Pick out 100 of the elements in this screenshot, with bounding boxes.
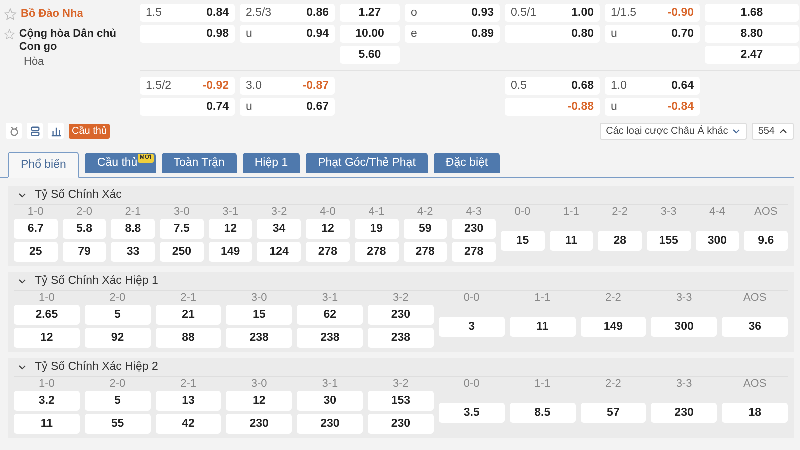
- odds-cell[interactable]: 238: [297, 328, 364, 348]
- odds-cell[interactable]: 34: [257, 219, 302, 239]
- odds-cell[interactable]: e 0.89: [405, 25, 500, 43]
- odds-cell[interactable]: 230: [452, 219, 496, 239]
- odds-cell[interactable]: 6.7: [14, 219, 58, 239]
- odds-cell[interactable]: 55: [84, 414, 151, 434]
- odds-cell[interactable]: 11: [550, 230, 594, 250]
- odds-cell[interactable]: 5: [84, 305, 151, 325]
- odds-cell[interactable]: o 0.93: [405, 4, 500, 22]
- bar-chart-icon[interactable]: [48, 123, 64, 139]
- odds-cell[interactable]: 5.60: [340, 46, 400, 64]
- odds-cell[interactable]: 0.74: [140, 98, 235, 116]
- odds-cell[interactable]: 36: [722, 316, 788, 336]
- tab[interactable]: Hiệp 1: [242, 153, 300, 173]
- chevron-icon[interactable]: [18, 190, 27, 200]
- odds-cell[interactable]: 2.65: [14, 305, 80, 325]
- tab[interactable]: Phổ biến: [8, 152, 80, 178]
- odds-cell[interactable]: 11: [510, 316, 576, 336]
- odds-cell[interactable]: 155: [646, 230, 691, 250]
- odds-cell[interactable]: 0.80: [505, 25, 600, 43]
- odds-cell[interactable]: u 0.67: [240, 98, 335, 116]
- odds-cell[interactable]: 278: [452, 242, 496, 262]
- odds-cell[interactable]: 62: [297, 305, 364, 325]
- odds-cell[interactable]: 19: [354, 219, 398, 239]
- count-button[interactable]: 554: [752, 122, 794, 140]
- odds-cell[interactable]: 1.0 0.64: [605, 77, 700, 95]
- odds-cell[interactable]: 230: [651, 402, 718, 422]
- odds-cell[interactable]: 1.27: [340, 4, 400, 22]
- odds-cell[interactable]: 12: [208, 219, 252, 239]
- tab[interactable]: Toàn Trận: [162, 153, 237, 173]
- odds-cell[interactable]: 30: [297, 391, 364, 411]
- odds-cell[interactable]: 8.5: [510, 402, 576, 422]
- odds-cell[interactable]: 0.5 0.68: [505, 77, 600, 95]
- odds-cell[interactable]: 15: [226, 305, 292, 325]
- odds-cell[interactable]: 278: [354, 242, 398, 262]
- odds-cell[interactable]: 149: [208, 242, 252, 262]
- odds-cell[interactable]: u -0.84: [605, 98, 700, 116]
- odds-cell[interactable]: 1.5 0.84: [140, 4, 235, 22]
- odds-cell[interactable]: 92: [84, 328, 151, 348]
- odds-cell[interactable]: 5.8: [62, 219, 106, 239]
- odds-cell[interactable]: 18: [722, 402, 788, 422]
- odds-cell[interactable]: 149: [580, 316, 646, 336]
- odds-cell[interactable]: 230: [226, 414, 292, 434]
- odds-cell[interactable]: 9.6: [744, 230, 788, 250]
- odds-cell[interactable]: u 0.94: [240, 25, 335, 43]
- odds-cell[interactable]: 8.80: [705, 25, 799, 43]
- odds-cell[interactable]: 13: [156, 391, 222, 411]
- odds-cell[interactable]: 88: [156, 328, 222, 348]
- odds-cell[interactable]: 230: [297, 414, 364, 434]
- odds-cell[interactable]: 1.5/2 -0.92: [140, 77, 235, 95]
- odds-cell[interactable]: 238: [368, 328, 434, 348]
- odds-cell[interactable]: u 0.70: [605, 25, 700, 43]
- odds-cell[interactable]: 8.8: [111, 219, 156, 239]
- star-icon[interactable]: [4, 28, 16, 41]
- odds-cell[interactable]: 25: [14, 242, 58, 262]
- odds-cell[interactable]: 230: [368, 414, 434, 434]
- odds-cell[interactable]: 278: [306, 242, 350, 262]
- odds-cell[interactable]: 250: [160, 242, 204, 262]
- odds-cell[interactable]: 12: [14, 328, 80, 348]
- star-icon[interactable]: [4, 8, 17, 21]
- tab[interactable]: Phạt Góc/Thẻ Phạt: [306, 153, 428, 173]
- odds-cell[interactable]: 124: [257, 242, 302, 262]
- odds-cell[interactable]: 153: [368, 391, 434, 411]
- odds-cell[interactable]: 230: [368, 305, 434, 325]
- odds-cell[interactable]: 11: [14, 414, 80, 434]
- odds-cell[interactable]: 300: [696, 230, 740, 250]
- chevron-icon[interactable]: [18, 362, 27, 372]
- odds-cell[interactable]: 42: [156, 414, 222, 434]
- odds-cell[interactable]: 3.2: [14, 391, 80, 411]
- odds-cell[interactable]: 1/1.5 -0.90: [605, 4, 700, 22]
- odds-cell[interactable]: 59: [404, 219, 448, 239]
- odds-cell[interactable]: 3.5: [438, 402, 505, 422]
- odds-cell[interactable]: 5: [84, 391, 151, 411]
- odds-cell[interactable]: 3: [438, 316, 505, 336]
- list-icon[interactable]: [27, 123, 43, 139]
- chevron-icon[interactable]: [18, 276, 27, 286]
- odds-cell[interactable]: 21: [156, 305, 222, 325]
- odds-cell[interactable]: 12: [306, 219, 350, 239]
- odds-cell[interactable]: 238: [226, 328, 292, 348]
- odds-cell[interactable]: 0.98: [140, 25, 235, 43]
- odds-cell[interactable]: 1.68: [705, 4, 799, 22]
- odds-cell[interactable]: 12: [226, 391, 292, 411]
- odds-cell[interactable]: 79: [62, 242, 106, 262]
- tab[interactable]: Đặc biệt: [434, 153, 500, 173]
- odds-cell[interactable]: -0.88: [505, 98, 600, 116]
- odds-cell[interactable]: 300: [651, 316, 718, 336]
- player-button[interactable]: Cầu thủ: [69, 124, 110, 138]
- odds-cell[interactable]: 3.0 -0.87: [240, 77, 335, 95]
- odds-cell[interactable]: 15: [500, 230, 545, 250]
- market-dropdown[interactable]: Các loại cược Châu Á khác: [600, 122, 748, 140]
- odds-cell[interactable]: 0.5/1 1.00: [505, 4, 600, 22]
- odds-cell[interactable]: 278: [404, 242, 448, 262]
- score-header: 0-0: [514, 205, 532, 219]
- odds-cell[interactable]: 7.5: [160, 219, 204, 239]
- odds-cell[interactable]: 2.47: [705, 46, 799, 64]
- odds-cell[interactable]: 2.5/3 0.86: [240, 4, 335, 22]
- odds-cell[interactable]: 28: [598, 230, 642, 250]
- odds-cell[interactable]: 57: [580, 402, 646, 422]
- odds-cell[interactable]: 10.00: [340, 25, 400, 43]
- odds-cell[interactable]: 33: [111, 242, 156, 262]
